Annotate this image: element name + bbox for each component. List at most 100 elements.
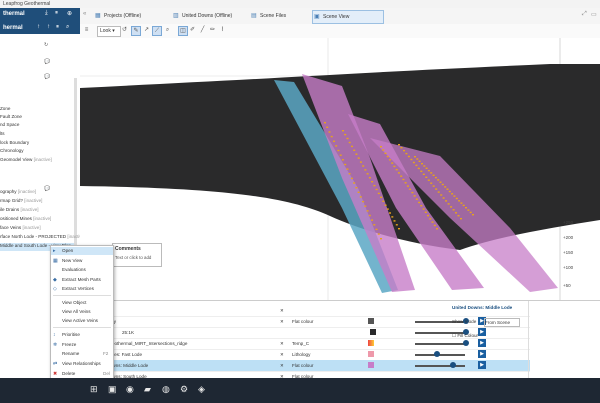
tree-item[interactable]: ile Drains [inactive] xyxy=(0,207,39,215)
close-icon[interactable]: ✕ xyxy=(280,360,284,371)
tab-scene-files[interactable]: ▤ Scene Files xyxy=(250,10,318,22)
folder-icon: ▥ xyxy=(173,13,179,19)
settings-icon[interactable]: ⚙ xyxy=(180,384,188,395)
menu-item-evaluations[interactable]: Evaluations xyxy=(51,266,113,274)
drill-sample-marker xyxy=(373,224,376,226)
file-explorer-icon[interactable]: ▰ xyxy=(144,384,151,395)
menu-item-view-all-veins[interactable]: View All Veins xyxy=(51,308,113,316)
drill-sample-marker xyxy=(406,185,409,187)
colour-swatch[interactable] xyxy=(368,318,374,324)
drill-sample-marker xyxy=(366,173,369,175)
display-mode[interactable]: Flat colour xyxy=(292,360,313,371)
link-icon[interactable]: ⌇ xyxy=(218,26,227,35)
menu-label: Prioritise xyxy=(62,332,80,337)
tab-scene-view[interactable]: ▣ Scene View xyxy=(312,10,384,24)
menu-item-view-object[interactable]: View Object xyxy=(51,299,113,307)
tree-item[interactable]: ography [inactive] xyxy=(0,189,36,197)
menu-item-rename[interactable]: Rename F2 xyxy=(51,350,113,358)
tab-projects[interactable]: ▦ Projects (Offline) xyxy=(94,10,178,22)
menu-item-freeze[interactable]: ❄ Freeze xyxy=(51,341,113,349)
measure-icon[interactable]: ↗ xyxy=(142,26,151,35)
edge-icon[interactable]: ◉ xyxy=(126,384,134,395)
display-mode[interactable]: Flat colour xyxy=(292,316,313,327)
menu-item-view-relationships[interactable]: ⇄ View Relationships xyxy=(51,360,113,368)
tree-item[interactable]: Zone xyxy=(0,106,10,114)
tree-item[interactable]: Geomodel View [inactive] xyxy=(0,157,52,165)
tree-item[interactable]: lock Boundary xyxy=(0,140,29,148)
pause-circle-icon[interactable]: ⏸ xyxy=(56,24,59,31)
grid-scale[interactable]: 25:1K xyxy=(122,327,134,338)
comment-icon[interactable]: 💬 xyxy=(44,59,50,65)
drill-sample-marker xyxy=(421,163,423,165)
menu-item-view-active-veins[interactable]: View Active Veins xyxy=(51,317,113,325)
maximize-icon[interactable]: ⤢ xyxy=(582,11,587,18)
zoom-icon[interactable]: ⌕ xyxy=(163,26,172,35)
up-arrow-icon[interactable]: ↑ xyxy=(47,24,50,30)
properties-title: United Downs: Middle Lode xyxy=(452,305,513,310)
display-mode[interactable]: Lithology xyxy=(292,349,310,360)
menu-item-delete[interactable]: ✖ Delete Del xyxy=(51,370,113,378)
show-mode-select[interactable]: From Scene xyxy=(484,318,520,327)
rotate-icon[interactable]: ↺ xyxy=(120,26,129,35)
tree-item[interactable]: Chronology xyxy=(0,148,24,156)
ruler-icon[interactable]: ✐ xyxy=(188,26,197,35)
display-mode[interactable]: Temp_C xyxy=(292,338,309,349)
tree-scrollbar[interactable] xyxy=(74,78,77,248)
tree-item-label: lock Boundary xyxy=(0,140,30,145)
search-icon[interactable]: ⌕ xyxy=(66,24,69,31)
close-icon[interactable]: ✕ xyxy=(280,349,284,360)
close-icon[interactable]: ✕ xyxy=(280,316,284,327)
fill-colour-checkbox[interactable]: ☐ Fill Colour xyxy=(452,333,478,339)
drill-sample-marker xyxy=(324,122,326,124)
tree-item[interactable]: Fault Zone xyxy=(0,114,22,122)
pen-icon[interactable]: ✏ xyxy=(208,26,217,35)
task-view-icon[interactable]: ▣ xyxy=(108,384,117,395)
colour-swatch[interactable] xyxy=(368,340,374,346)
pin-icon[interactable]: ⤓ xyxy=(45,10,48,17)
menu-label: Rename xyxy=(62,351,80,356)
clip-icon[interactable]: ◫ xyxy=(178,26,188,36)
windows-start-icon[interactable]: ⊞ xyxy=(90,384,98,395)
menu-label: Extract Mesh Parts xyxy=(62,277,101,282)
tree-item[interactable]: face Veins [inactive] xyxy=(0,225,41,233)
colour-swatch[interactable] xyxy=(368,362,374,368)
layers-icon[interactable]: ≡ xyxy=(82,26,91,35)
delete-icon: ✖ xyxy=(53,371,58,377)
drill-sample-marker xyxy=(377,233,380,235)
comment-icon-3[interactable]: 💬 xyxy=(44,186,50,192)
pause-icon[interactable]: ⊕ xyxy=(67,10,72,17)
opacity-slider[interactable] xyxy=(415,365,465,367)
collapse-icon[interactable]: ⏸ xyxy=(55,10,58,17)
app-icon[interactable]: ◈ xyxy=(198,384,205,395)
restore-icon[interactable]: ▭ xyxy=(591,11,597,18)
select-icon[interactable]: ⟋ xyxy=(152,26,162,36)
comments-tooltip: Comments Text or click to add xyxy=(112,243,162,267)
menu-item-prioritise[interactable]: ↕ Prioritise xyxy=(51,331,113,339)
menu-item-open[interactable]: ▸ Open xyxy=(51,247,113,255)
look-dropdown[interactable]: Look ▾ xyxy=(97,26,121,37)
properties-panel: United Downs: Middle Lode Show mode From… xyxy=(452,305,520,365)
drill-sample-marker xyxy=(444,186,447,188)
refresh-icon[interactable]: ↻ xyxy=(44,42,48,48)
tree-item[interactable]: nd Space xyxy=(0,122,19,130)
tree-item[interactable]: rmap Grid? [inactive] xyxy=(0,198,42,206)
tree-item[interactable]: rface North Lode - PROJECTED [inactive] xyxy=(0,234,86,242)
chrome-icon[interactable]: ◍ xyxy=(162,384,170,395)
close-icon[interactable]: ✕ xyxy=(280,338,284,349)
draw-icon[interactable]: ✎ xyxy=(131,26,141,36)
back-icon[interactable]: « xyxy=(83,11,86,17)
colour-swatch[interactable] xyxy=(370,329,376,335)
slider-knob[interactable] xyxy=(434,351,440,357)
close-icon[interactable]: ✕ xyxy=(280,305,284,316)
tab-united-downs[interactable]: ▥ United Downs (Offline) xyxy=(172,10,256,22)
menu-item-extract-mesh[interactable]: ◆ Extract Mesh Parts xyxy=(51,276,113,284)
menu-item-extract-vertices[interactable]: ◇ Extract Vertices xyxy=(51,285,113,293)
menu-label: View All Veins xyxy=(62,309,91,314)
sort-icon[interactable]: ↑ xyxy=(37,24,40,30)
comment-icon-2[interactable]: 💬 xyxy=(44,74,50,80)
tree-item[interactable]: lts xyxy=(0,131,5,139)
line-icon[interactable]: ╱ xyxy=(198,26,207,35)
colour-swatch[interactable] xyxy=(368,351,374,357)
menu-item-new-view[interactable]: ▦ New View xyxy=(51,257,113,265)
tree-item[interactable]: ositioned Mines [inactive] xyxy=(0,216,51,224)
